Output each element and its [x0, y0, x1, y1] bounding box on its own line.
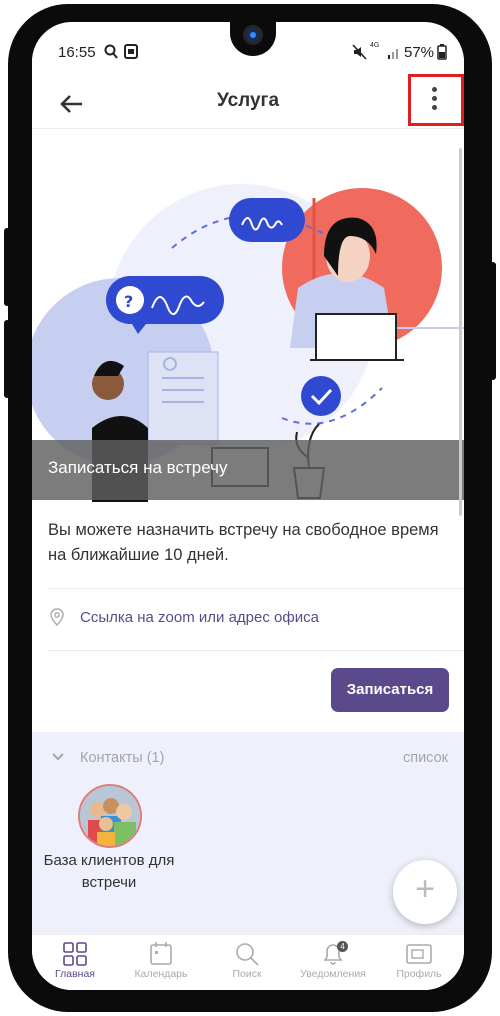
- status-time: 16:55: [58, 44, 96, 61]
- divider: [48, 588, 464, 589]
- add-fab-button[interactable]: +: [393, 860, 457, 924]
- search-status-icon: [104, 44, 118, 59]
- service-hero-image: ? Записаться на встречу: [32, 128, 464, 502]
- location-pin-icon: [50, 608, 64, 626]
- group-photo-icon: [80, 786, 140, 846]
- calendar-icon: [150, 942, 172, 965]
- service-description: Вы можете назначить встречу на свободное…: [48, 521, 439, 564]
- mute-icon: [352, 44, 367, 60]
- nav-item-home[interactable]: Главная: [32, 939, 118, 987]
- page-title: Услуга: [216, 90, 280, 111]
- more-options-button[interactable]: [408, 74, 464, 126]
- nav-label-profile: Профиль: [396, 968, 442, 980]
- power-button: [490, 262, 496, 380]
- screen: 16:55 4G 57% Услуга ? Записаться на встр…: [32, 22, 464, 990]
- app-bar: Услуга: [32, 74, 464, 128]
- chevron-down-icon[interactable]: [52, 752, 64, 762]
- screenshot-status-icon: [124, 44, 138, 59]
- profile-card-icon: [406, 944, 432, 964]
- divider: [48, 650, 464, 651]
- scrollbar[interactable]: [459, 148, 462, 516]
- nav-item-profile[interactable]: Профиль: [376, 939, 462, 987]
- contact-name[interactable]: База клиентов для встречи: [42, 850, 176, 894]
- location-link-text[interactable]: Ссылка на zoom или адрес офиса: [80, 609, 319, 626]
- more-vertical-icon[interactable]: [432, 87, 437, 114]
- grid-icon: [63, 942, 87, 966]
- service-content: ? Записаться на встречу Вы можете назнач…: [32, 128, 464, 934]
- book-button[interactable]: Записаться: [331, 668, 449, 712]
- search-icon: [236, 943, 259, 966]
- contacts-header[interactable]: Контакты (1): [52, 750, 164, 766]
- notification-badge: 4: [337, 941, 348, 952]
- signal-icon: [388, 49, 398, 59]
- nav-item-calendar[interactable]: Календарь: [118, 939, 204, 987]
- appbar-divider: [32, 128, 464, 129]
- nav-item-notifications[interactable]: 4 Уведомления: [290, 939, 376, 987]
- plus-icon: +: [415, 870, 435, 908]
- hero-caption: Записаться на встречу: [32, 440, 464, 500]
- nav-label-search: Поиск: [232, 968, 262, 980]
- bottom-navigation: Главная Календарь Поиск 4 Уведомления Пр…: [32, 934, 464, 990]
- nav-label-notifications: Уведомления: [300, 968, 366, 980]
- nav-label-home: Главная: [55, 968, 95, 980]
- volume-button: [4, 320, 10, 398]
- contact-avatar[interactable]: [78, 784, 142, 848]
- battery-icon: [437, 44, 447, 60]
- volume-button: [4, 228, 10, 306]
- nav-label-calendar: Календарь: [134, 968, 188, 980]
- network-type: 4G: [370, 42, 380, 49]
- svg-text:?: ?: [124, 292, 133, 311]
- battery-level: 57%: [404, 44, 435, 61]
- nav-item-search[interactable]: Поиск: [204, 939, 290, 987]
- view-mode-toggle[interactable]: список: [403, 750, 448, 766]
- contacts-header-label: Контакты (1): [80, 750, 165, 766]
